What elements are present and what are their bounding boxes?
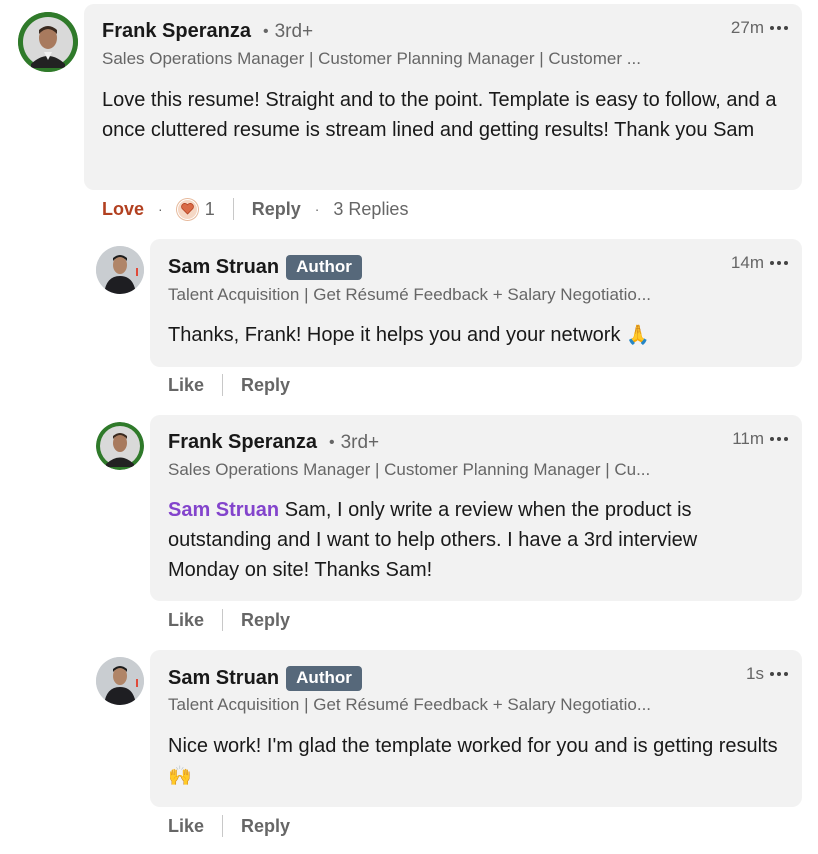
connection-degree: • 3rd+: [262, 20, 314, 42]
divider: [232, 198, 234, 220]
reaction-count[interactable]: 1: [205, 199, 215, 220]
reply-actions: Like Reply: [168, 815, 290, 837]
author-badge: Author: [286, 666, 362, 691]
author-badge: Author: [286, 255, 362, 280]
reply-button[interactable]: Reply: [241, 816, 290, 837]
avatar-frank-speranza[interactable]: [18, 12, 78, 72]
reply-timestamp: 1s: [746, 664, 764, 683]
reply-text: Sam Struan Sam, I only write a review wh…: [168, 499, 698, 581]
reply-bubble-sam-1: Sam Struan Author 14m Talent Acquisition…: [150, 239, 802, 367]
mention-link[interactable]: Sam Struan: [168, 499, 279, 521]
reply-text: Nice work! I'm glad the template worked …: [168, 735, 778, 787]
more-options-icon[interactable]: [770, 261, 788, 265]
folded-hands-emoji: 🙏: [626, 324, 650, 346]
like-button[interactable]: Like: [168, 816, 204, 837]
author-headline[interactable]: Talent Acquisition | Get Résumé Feedback…: [168, 285, 728, 305]
like-button[interactable]: Like: [168, 375, 204, 396]
author-headline[interactable]: Sales Operations Manager | Customer Plan…: [168, 460, 728, 480]
frank-photo: [96, 422, 144, 470]
sam-photo: [96, 246, 144, 294]
reply-text: Thanks, Frank! Hope it helps you and you…: [168, 324, 650, 346]
separator-dot: ·: [314, 201, 320, 217]
author-headline[interactable]: Talent Acquisition | Get Résumé Feedback…: [168, 695, 728, 715]
divider: [222, 609, 224, 631]
avatar-sam-struan[interactable]: [96, 657, 144, 705]
separator-dot: ·: [158, 201, 163, 217]
reply-timestamp: 14m: [730, 253, 764, 272]
comment-bubble-frank: Frank Speranza • 3rd+ 27m Sales Operation…: [84, 4, 802, 190]
comment-timestamp: 27m: [730, 18, 764, 37]
more-options-icon[interactable]: [770, 437, 788, 441]
reply-button[interactable]: Reply: [252, 199, 301, 220]
reply-button[interactable]: Reply: [241, 610, 290, 631]
reply-author-name[interactable]: Frank Speranza: [168, 431, 317, 454]
reply-author-name[interactable]: Sam Struan: [168, 256, 279, 279]
replies-count-link[interactable]: 3 Replies: [333, 199, 408, 220]
comment-text: Love this resume! Straight and to the po…: [102, 89, 777, 141]
author-headline[interactable]: Sales Operations Manager | Customer Plan…: [102, 49, 702, 69]
avatar-sam-struan[interactable]: [96, 246, 144, 294]
divider: [222, 374, 224, 396]
heart-icon[interactable]: [176, 198, 198, 220]
raising-hands-emoji: 🙌: [168, 765, 192, 787]
comment-actions: Love · 1 Reply · 3 Replies: [102, 198, 408, 220]
sam-photo: [96, 657, 144, 705]
more-options-icon[interactable]: [770, 26, 788, 30]
divider: [222, 815, 224, 837]
reply-bubble-frank: Frank Speranza • 3rd+ 11m Sales Operation…: [150, 415, 802, 601]
avatar-frank-speranza[interactable]: [96, 422, 144, 470]
reply-timestamp: 11m: [732, 429, 764, 448]
love-reaction-button[interactable]: Love: [102, 199, 144, 220]
more-options-icon[interactable]: [770, 672, 788, 676]
frank-photo: [18, 12, 78, 72]
reply-button[interactable]: Reply: [241, 375, 290, 396]
reply-bubble-sam-2: Sam Struan Author 1s Talent Acquisition …: [150, 650, 802, 807]
reply-actions: Like Reply: [168, 374, 290, 396]
comment-author-name[interactable]: Frank Speranza: [102, 20, 251, 43]
reply-actions: Like Reply: [168, 609, 290, 631]
connection-degree: • 3rd+: [328, 431, 380, 453]
like-button[interactable]: Like: [168, 610, 204, 631]
reply-author-name[interactable]: Sam Struan: [168, 667, 279, 690]
